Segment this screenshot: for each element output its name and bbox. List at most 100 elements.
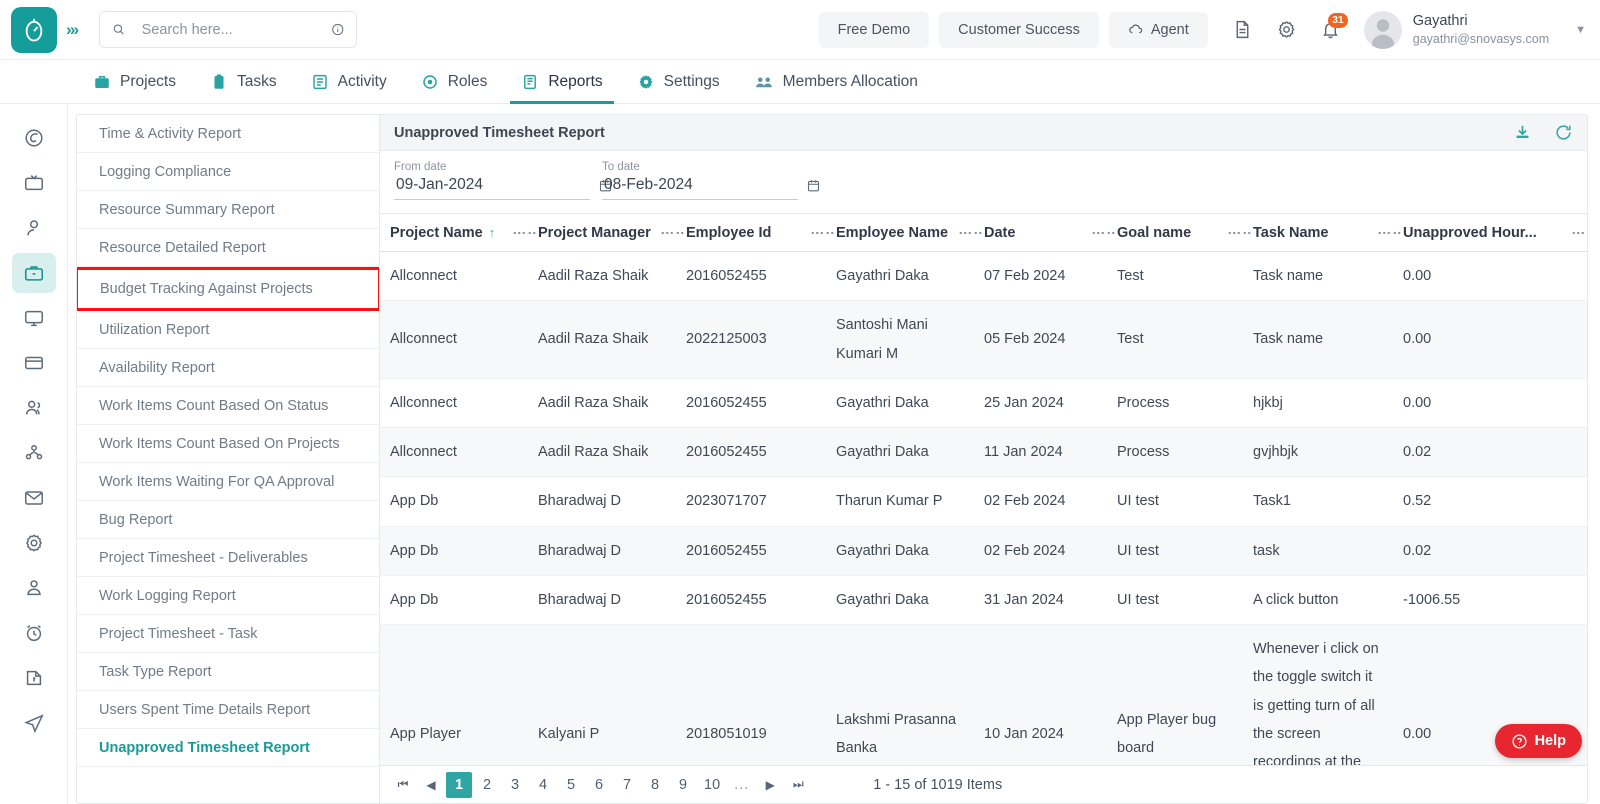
tab-activity[interactable]: Activity [294, 60, 404, 104]
rail-org-icon[interactable] [12, 433, 56, 473]
rail-dashboard-icon[interactable] [12, 118, 56, 158]
report-list-item[interactable]: Project Timesheet - Task [77, 615, 379, 653]
column-menu-icon[interactable]: ⋮ [826, 226, 836, 239]
pager-next-button[interactable]: ▶ [757, 772, 783, 798]
table-scroll[interactable]: Project Name ↑ ⋮ Project Manager ⋮ ⋮ Employee … [380, 213, 1587, 765]
column-menu-icon[interactable]: ⋮ [1107, 226, 1117, 239]
tab-projects[interactable]: Projects [76, 60, 193, 104]
help-button[interactable]: Help [1494, 724, 1582, 758]
pager-ellipsis[interactable]: ... [728, 772, 755, 798]
settings-gear-icon[interactable] [1268, 11, 1306, 49]
sort-ascending-icon[interactable]: ↑ [489, 225, 496, 240]
from-date-field[interactable]: From date [394, 161, 612, 200]
report-list-item[interactable]: Work Logging Report [77, 577, 379, 615]
tab-roles[interactable]: Roles [404, 60, 505, 104]
report-list-item[interactable]: Logging Compliance [77, 153, 379, 191]
column-header[interactable]: Project Manager ⋮ ⋮ [528, 213, 676, 252]
column-header[interactable]: Employee Name ⋮ ⋮ [826, 213, 974, 252]
info-icon[interactable] [331, 21, 345, 38]
column-header[interactable]: Unapproved Hour... ⋮ ⋮ [1393, 213, 1587, 252]
report-list-item[interactable]: Bug Report [77, 501, 379, 539]
column-menu-icon[interactable]: ⋮ [528, 226, 538, 239]
report-list-item[interactable]: Resource Summary Report [77, 191, 379, 229]
report-list-item[interactable]: Project Timesheet - Deliverables [77, 539, 379, 577]
search-input[interactable] [139, 20, 331, 39]
pager-first-button[interactable]: ⏮ [390, 772, 416, 798]
column-menu-icon[interactable]: ⋮ [676, 226, 686, 239]
report-list-item[interactable]: Unapproved Timesheet Report [77, 729, 379, 767]
rail-users-icon[interactable] [12, 388, 56, 428]
document-icon[interactable] [1224, 11, 1262, 49]
rail-user-icon[interactable] [12, 208, 56, 248]
table-row[interactable]: Allconnect Aadil Raza Shaik 2016052455 Gaya… [380, 427, 1587, 478]
column-header[interactable]: Project Name ↑ ⋮ [380, 213, 528, 252]
chevron-down-icon[interactable]: ▼ [1575, 24, 1586, 36]
column-menu-icon[interactable]: ⋮ [1571, 226, 1586, 239]
report-list-item[interactable]: Work Items Count Based On Status [77, 387, 379, 425]
column-menu-icon[interactable]: ⋮ [660, 226, 675, 239]
notifications-bell-icon[interactable]: 31 [1312, 11, 1350, 49]
column-header[interactable]: Employee Id ⋮ ⋮ [676, 213, 826, 252]
tab-tasks[interactable]: Tasks [193, 60, 294, 104]
report-list-item[interactable]: Budget Tracking Against Projects [77, 267, 379, 311]
to-date-input[interactable] [602, 175, 806, 195]
tab-members-allocation[interactable]: Members Allocation [737, 60, 935, 104]
pager-page-button[interactable]: 3 [502, 772, 528, 798]
table-row[interactable]: Allconnect Aadil Raza Shaik 2022125003 Sant… [380, 300, 1587, 379]
report-list-item[interactable]: Work Items Count Based On Projects [77, 425, 379, 463]
column-menu-icon[interactable]: ⋮ [1091, 226, 1106, 239]
avatar[interactable] [1363, 10, 1402, 49]
rail-briefcase-icon[interactable] [11, 253, 56, 293]
rail-tv-icon[interactable] [12, 163, 56, 203]
table-row[interactable]: App Db Bharadwaj D 2016052455 Gayathri Daka… [380, 526, 1587, 576]
user-info[interactable]: Gayathri gayathri@snovasys.com [1413, 12, 1549, 47]
tab-reports[interactable]: Reports [504, 60, 619, 104]
pager-prev-button[interactable]: ◀ [418, 772, 444, 798]
table-row[interactable]: App Db Bharadwaj D 2023071707 Tharun Kumar … [380, 476, 1587, 527]
rail-alarm-icon[interactable] [12, 613, 56, 653]
column-menu-icon[interactable]: ⋮ [1243, 226, 1253, 239]
column-menu-icon[interactable]: ⋮ [512, 226, 527, 239]
search-box[interactable] [99, 11, 358, 48]
report-list-item[interactable]: Time & Activity Report [77, 115, 379, 153]
pager-page-button[interactable]: 4 [530, 772, 556, 798]
pager-page-button[interactable]: 6 [586, 772, 612, 798]
free-demo-button[interactable]: Free Demo [818, 11, 930, 48]
table-row[interactable]: Allconnect Aadil Raza Shaik 2016052455 Gaya… [380, 251, 1587, 302]
pager-page-button[interactable]: 10 [698, 772, 726, 798]
calendar-icon[interactable] [806, 178, 821, 193]
refresh-icon[interactable] [1554, 123, 1573, 142]
table-row[interactable]: App Player Kalyani P 2018051019 Lakshmi Pra… [380, 624, 1587, 765]
rail-mail-icon[interactable] [12, 478, 56, 518]
pager-page-button[interactable]: 7 [614, 772, 640, 798]
pager-page-button[interactable]: 5 [558, 772, 584, 798]
column-header[interactable]: Goal name ⋮ ⋮ [1107, 213, 1243, 252]
to-date-field[interactable]: To date [602, 161, 820, 200]
report-list-item[interactable]: Users Spent Time Details Report [77, 691, 379, 729]
rail-account-icon[interactable] [12, 568, 56, 608]
rail-card-icon[interactable] [12, 343, 56, 383]
rail-send-icon[interactable] [12, 703, 56, 743]
pager-last-button[interactable]: ⏭ [785, 772, 811, 798]
app-logo[interactable] [11, 6, 57, 53]
report-list-item[interactable]: Availability Report [77, 349, 379, 387]
column-menu-icon[interactable]: ⋮ [1393, 226, 1403, 239]
column-menu-icon[interactable]: ⋮ [1227, 226, 1242, 239]
rail-invoice-icon[interactable] [12, 658, 56, 698]
pager-page-button[interactable]: 8 [642, 772, 668, 798]
agent-button[interactable]: Agent [1108, 11, 1208, 48]
tab-settings[interactable]: Settings [620, 60, 737, 104]
pager-page-button[interactable]: 2 [474, 772, 500, 798]
column-menu-icon[interactable]: ⋮ [1377, 226, 1392, 239]
column-header[interactable]: Date ⋮ ⋮ [974, 213, 1107, 252]
rail-gear-icon[interactable] [12, 523, 56, 563]
table-row[interactable]: App Db Bharadwaj D 2016052455 Gayathri Daka… [380, 575, 1587, 626]
table-row[interactable]: Allconnect Aadil Raza Shaik 2016052455 Gaya… [380, 378, 1587, 429]
report-list-item[interactable]: Resource Detailed Report [77, 229, 379, 267]
column-menu-icon[interactable]: ⋮ [974, 226, 984, 239]
pager-page-button[interactable]: 9 [670, 772, 696, 798]
rail-monitor-icon[interactable] [12, 298, 56, 338]
report-list-item[interactable]: Task Type Report [77, 653, 379, 691]
customer-success-button[interactable]: Customer Success [939, 11, 1099, 48]
report-list-item[interactable]: Utilization Report [77, 311, 379, 349]
